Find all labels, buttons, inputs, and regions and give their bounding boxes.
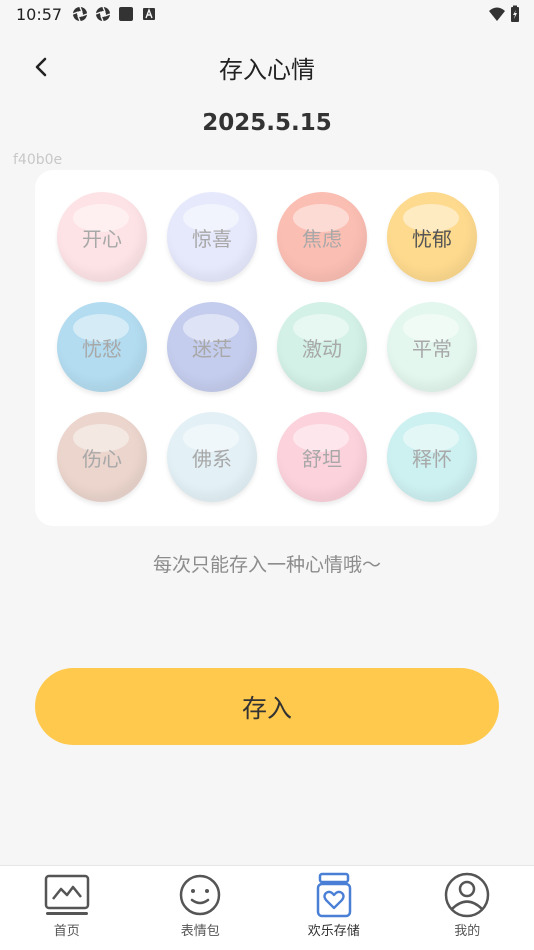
mood-option[interactable]: 伤心 bbox=[57, 412, 147, 502]
wifi-icon bbox=[489, 7, 505, 21]
status-notification-icons bbox=[72, 6, 157, 22]
mood-label: 迷茫 bbox=[192, 336, 232, 361]
mood-label: 开心 bbox=[82, 226, 122, 251]
tab-label: 欢乐存储 bbox=[307, 924, 360, 939]
tab-home[interactable]: 首页 bbox=[0, 866, 134, 950]
mood-option[interactable]: 激动 bbox=[277, 302, 367, 392]
tab-label: 首页 bbox=[53, 924, 80, 939]
mood-label: 惊喜 bbox=[192, 226, 232, 251]
tab-mine[interactable]: 我的 bbox=[401, 866, 534, 950]
color-code-label: f40b0e bbox=[13, 152, 63, 168]
mood-option[interactable]: 佛系 bbox=[167, 412, 257, 502]
aperture-icon bbox=[72, 6, 88, 22]
tab-happy-storage[interactable]: 欢乐存储 bbox=[267, 866, 401, 950]
tab-label: 我的 bbox=[454, 924, 481, 939]
hint-text: 每次只能存入一种心情哦～ bbox=[152, 554, 381, 576]
mood-label: 焦虑 bbox=[302, 226, 342, 251]
status-system-icons bbox=[488, 5, 520, 23]
mood-option[interactable]: 平常 bbox=[387, 302, 477, 392]
mood-option[interactable]: 忧愁 bbox=[57, 302, 147, 392]
mood-label: 平常 bbox=[412, 336, 452, 361]
font-a-icon bbox=[143, 8, 156, 20]
page-title: 存入心情 bbox=[219, 56, 315, 84]
square-app-icon bbox=[119, 7, 134, 21]
mood-label: 舒坦 bbox=[302, 446, 342, 471]
mood-option[interactable]: 开心 bbox=[57, 192, 147, 282]
mood-label: 激动 bbox=[302, 336, 342, 361]
mood-option[interactable]: 迷茫 bbox=[167, 302, 257, 392]
status-bar: 10:57 bbox=[0, 0, 534, 28]
battery-charging-icon bbox=[511, 5, 519, 22]
mood-label: 释怀 bbox=[412, 446, 452, 471]
save-button[interactable]: 存入 bbox=[35, 668, 499, 745]
heart-jar-icon bbox=[310, 872, 358, 918]
bottom-tab-bar: 首页 表情包 欢乐存储 我的 bbox=[0, 865, 534, 950]
mood-option[interactable]: 释怀 bbox=[387, 412, 477, 502]
tab-stickers[interactable]: 表情包 bbox=[134, 866, 268, 950]
smiley-face-icon bbox=[176, 872, 224, 918]
tab-label: 表情包 bbox=[180, 924, 220, 939]
mood-option[interactable]: 焦虑 bbox=[277, 192, 367, 282]
mood-label: 佛系 bbox=[192, 446, 232, 471]
mood-label: 伤心 bbox=[82, 446, 122, 471]
mood-label: 忧愁 bbox=[82, 336, 122, 361]
mood-grid: 开心 惊喜 焦虑 忧郁忧愁 迷茫 激动 平常伤心 佛系 舒坦 释怀 bbox=[35, 170, 499, 526]
chart-board-icon bbox=[43, 872, 91, 918]
mood-selector-card: 开心 惊喜 焦虑 忧郁忧愁 迷茫 激动 平常伤心 佛系 舒坦 释怀 bbox=[35, 170, 499, 526]
user-icon bbox=[443, 872, 491, 918]
mood-option[interactable]: 忧郁 bbox=[387, 192, 477, 282]
status-time: 10:57 bbox=[16, 4, 63, 24]
mood-option[interactable]: 惊喜 bbox=[167, 192, 257, 282]
aperture-icon bbox=[95, 6, 111, 22]
header: 存入心情 bbox=[0, 40, 534, 92]
date-display: 2025.5.15 bbox=[202, 110, 332, 136]
mood-option[interactable]: 舒坦 bbox=[277, 412, 367, 502]
mood-label: 忧郁 bbox=[412, 226, 452, 251]
